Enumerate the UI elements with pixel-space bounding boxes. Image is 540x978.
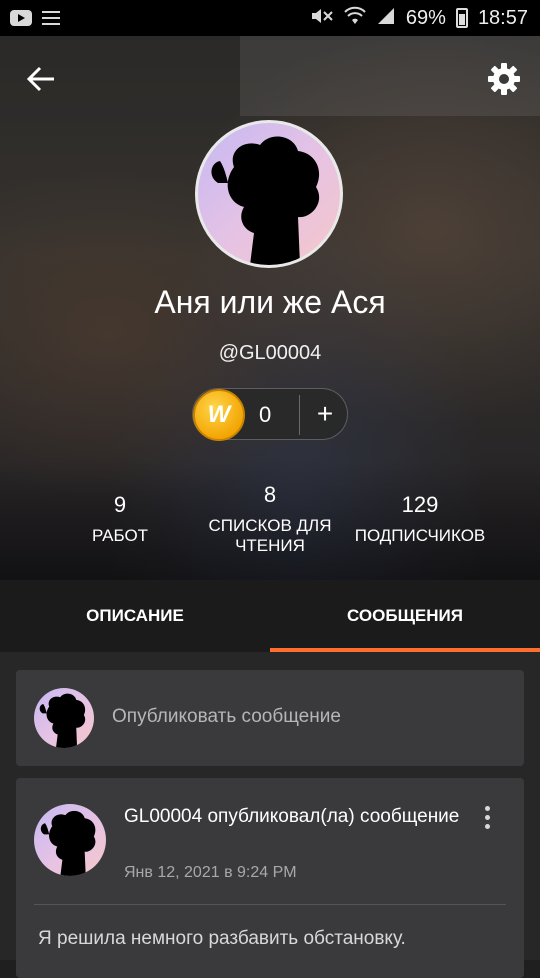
coin-balance: W 0 + <box>192 388 348 441</box>
stat-label: РАБОТ <box>91 526 149 545</box>
settings-button[interactable] <box>487 62 521 96</box>
profile-tabs: ОПИСАНИЕ СООБЩЕНИЯ <box>0 580 540 652</box>
avatar <box>34 688 94 748</box>
message-post: GL00004 опубликовал(ла) сообщение Янв 12… <box>16 778 524 978</box>
status-bar: 69% 18:57 <box>0 0 540 36</box>
profile-handle: @GL00004 <box>218 342 322 364</box>
silhouette-image <box>39 693 86 748</box>
post-action-text: опубликовал(ла) сообщение <box>207 806 460 827</box>
tab-messages[interactable]: СООБЩЕНИЯ <box>270 580 540 652</box>
silhouette-image <box>40 810 96 876</box>
stat-label: СПИСКОВ ДЛЯ ЧТЕНИЯ <box>208 516 332 555</box>
profile-header: Аня или же Ася @GL00004 W 0 + 9 РАБОТ 8 … <box>0 36 540 580</box>
back-button[interactable] <box>24 62 58 96</box>
stat-followers[interactable]: 129 ПОДПИСЧИКОВ <box>345 492 495 546</box>
stat-label: ПОДПИСЧИКОВ <box>354 526 486 545</box>
stat-value: 8 <box>263 482 277 507</box>
post-author-link[interactable]: GL00004 <box>124 806 202 827</box>
wifi-icon <box>344 6 366 31</box>
compose-message-card[interactable]: Опубликовать сообщение <box>16 670 524 766</box>
tab-description[interactable]: ОПИСАНИЕ <box>0 580 270 652</box>
list-icon <box>42 11 60 25</box>
youtube-icon <box>10 10 32 26</box>
add-coins-button[interactable]: + <box>303 389 347 441</box>
battery-percent: 69% <box>405 6 446 29</box>
stat-value: 129 <box>401 492 439 517</box>
gear-icon <box>488 63 520 95</box>
post-timestamp: Янв 12, 2021 в 9:24 PM <box>124 864 297 881</box>
compose-placeholder[interactable]: Опубликовать сообщение <box>112 706 341 728</box>
profile-name: Аня или же Ася <box>154 284 386 320</box>
battery-icon <box>455 8 468 28</box>
post-header: GL00004 опубликовал(ла) сообщение <box>124 804 464 829</box>
stat-value: 9 <box>113 492 127 517</box>
post-more-menu[interactable] <box>482 806 492 830</box>
more-vertical-icon <box>482 806 492 829</box>
stat-reading-lists[interactable]: 8 СПИСКОВ ДЛЯ ЧТЕНИЯ <box>195 482 345 556</box>
clock: 18:57 <box>477 6 528 29</box>
stat-works[interactable]: 9 РАБОТ <box>60 492 180 546</box>
coin-count: 0 <box>259 402 272 427</box>
post-body-text: Я решила немного разбавить обстановку. <box>38 928 406 949</box>
coin-icon: W <box>193 389 245 441</box>
arrow-left-icon <box>26 66 54 92</box>
messages-feed: Опубликовать сообщение GL00004 опубликов… <box>0 652 540 978</box>
mute-icon <box>310 6 334 31</box>
profile-avatar[interactable] <box>195 120 343 268</box>
signal-icon <box>376 6 396 31</box>
avatar[interactable] <box>34 804 106 876</box>
silhouette-image <box>211 136 320 265</box>
divider <box>34 904 506 905</box>
